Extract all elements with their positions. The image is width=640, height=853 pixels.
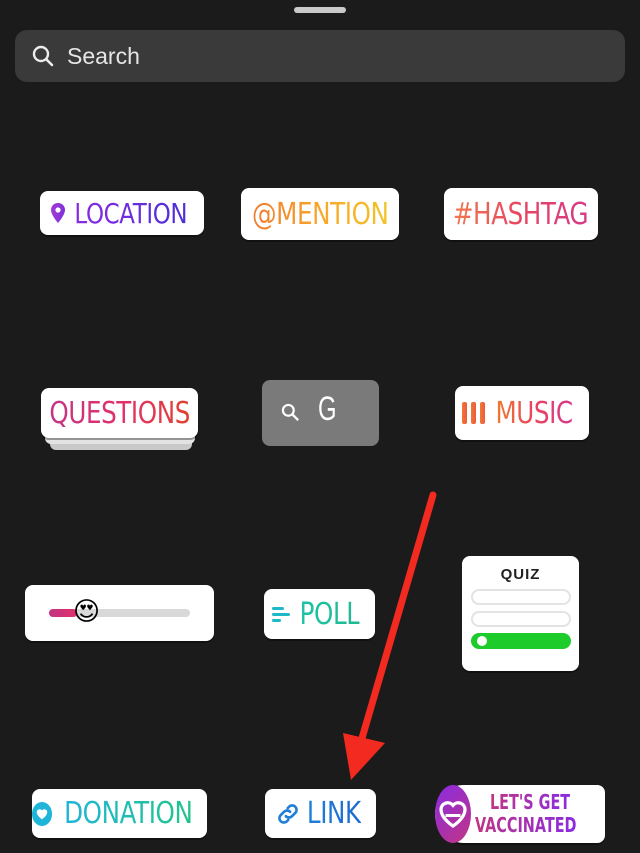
mention-sticker[interactable]: @MENTION [241, 188, 399, 240]
hashtag-sticker[interactable]: #HASHTAG [444, 188, 598, 240]
location-pin-icon [51, 203, 66, 223]
link-label: LINK [306, 796, 361, 831]
vaccinated-label-line2: VACCINATED [475, 813, 577, 837]
location-sticker[interactable]: LOCATION [40, 191, 204, 235]
gif-search-icon [281, 403, 299, 421]
questions-label: QUESTIONS [49, 395, 190, 431]
donation-label: DONATION [64, 796, 194, 831]
questions-sticker[interactable]: QUESTIONS [41, 388, 198, 438]
music-sticker[interactable]: MUSIC [455, 386, 589, 440]
poll-label: POLL [300, 596, 360, 632]
gif-sticker[interactable]: G [262, 380, 379, 446]
link-icon [277, 803, 298, 824]
quiz-option-correct [470, 633, 571, 649]
quiz-option [470, 589, 571, 605]
check-icon [476, 636, 487, 646]
poll-lines-icon [272, 606, 291, 622]
poll-sticker[interactable]: POLL [264, 589, 375, 639]
emoji-slider-sticker[interactable]: 😍 [25, 585, 214, 641]
heart-eyes-emoji-icon: 😍 [73, 597, 101, 627]
quiz-option [470, 611, 571, 627]
link-sticker[interactable]: LINK [265, 789, 376, 838]
quiz-title: QUIZ [500, 566, 541, 583]
location-label: LOCATION [74, 196, 188, 230]
drag-handle[interactable] [294, 7, 346, 13]
mention-label: @MENTION [251, 196, 389, 232]
music-bars-icon [462, 402, 486, 424]
gif-letter: G [317, 390, 337, 428]
lets-get-vaccinated-sticker[interactable]: LET'S GET VACCINATED [435, 785, 605, 843]
search-bar[interactable] [15, 30, 625, 82]
music-label: MUSIC [495, 395, 574, 431]
vaccinated-label-line1: LET'S GET [489, 790, 570, 814]
search-icon [32, 45, 54, 67]
search-input[interactable] [67, 42, 587, 70]
vaccinated-heart-icon [435, 785, 471, 843]
quiz-sticker[interactable]: QUIZ [462, 556, 579, 671]
donation-sticker[interactable]: DONATION [32, 789, 207, 838]
heart-icon [32, 801, 53, 826]
hashtag-label: #HASHTAG [453, 196, 589, 232]
